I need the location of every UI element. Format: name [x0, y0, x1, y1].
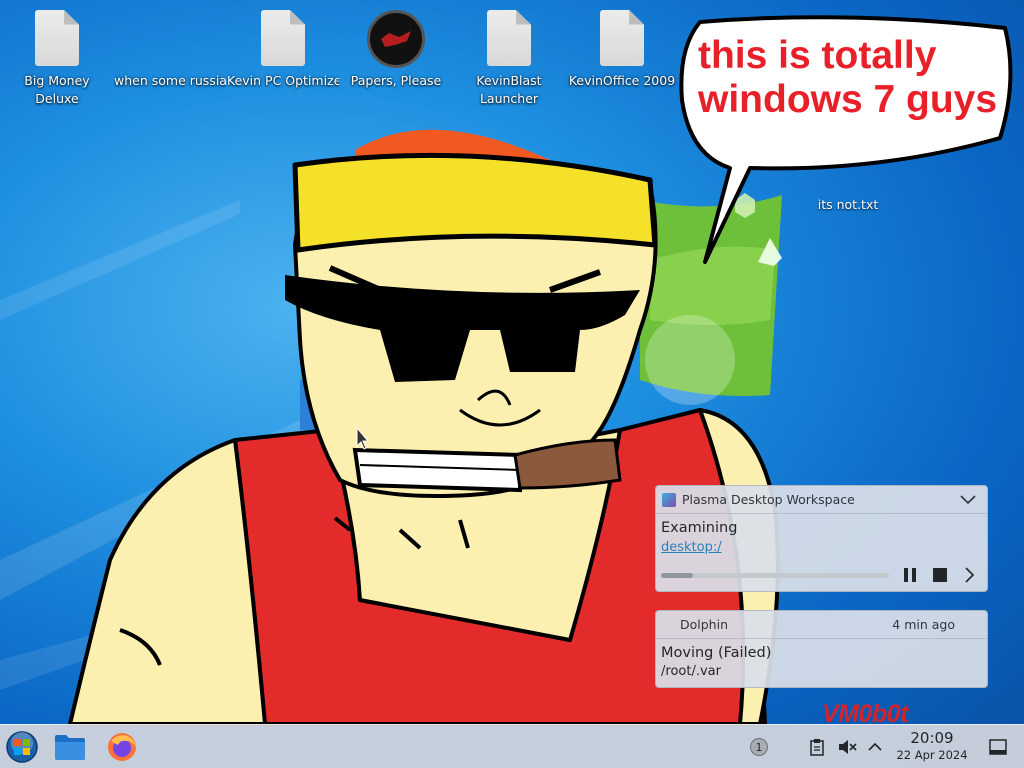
- clock-time: 20:09: [910, 729, 954, 747]
- notification-title: Examining: [661, 520, 738, 536]
- blank-icon: [114, 10, 226, 72]
- papers-please-icon: [367, 10, 425, 68]
- desktop-icon-label: KevinOffice 2009: [568, 73, 676, 88]
- stop-button[interactable]: [929, 564, 951, 586]
- plasma-app-icon: [662, 492, 676, 507]
- chevron-right-icon: [965, 567, 975, 583]
- file-manager-button[interactable]: [50, 725, 90, 768]
- speech-bubble-text: this is totally windows 7 guys: [698, 34, 998, 121]
- notification-count-badge[interactable]: 1: [746, 725, 772, 768]
- file-icon: [487, 10, 531, 66]
- notification-header: Plasma Desktop Workspace: [656, 486, 987, 514]
- notification-dolphin-job: Dolphin 4 min ago Moving (Failed) /root/…: [655, 610, 988, 688]
- desktop-icon-label: Big Money Deluxe: [24, 73, 90, 106]
- firefox-button[interactable]: [100, 725, 144, 768]
- yellow-headband: [292, 152, 658, 253]
- desktop-icon-label: Kevin PC Optimizer Ho...: [227, 73, 339, 88]
- notification-header: Dolphin 4 min ago: [656, 611, 987, 639]
- firefox-icon: [108, 733, 136, 761]
- desktop-icon-russian[interactable]: when some russian runs a...: [114, 10, 226, 90]
- pause-icon: [904, 568, 916, 582]
- clock[interactable]: 20:09 22 Apr 2024: [890, 729, 974, 763]
- clock-date: 22 Apr 2024: [896, 748, 968, 762]
- volume-muted-icon: [839, 740, 857, 754]
- desktop-icon-kevin-pc-optimizer[interactable]: Kevin PC Optimizer Ho...: [227, 10, 339, 90]
- notification-count: 1: [750, 738, 768, 756]
- folder-icon: [55, 735, 85, 760]
- start-menu-button[interactable]: [0, 725, 44, 768]
- chevron-up-icon: [868, 742, 882, 751]
- notification-app-name: Dolphin: [680, 617, 728, 632]
- notification-link[interactable]: desktop:/: [661, 540, 722, 555]
- notification-path: /root/.var: [661, 664, 721, 679]
- clipboard-icon: [810, 739, 824, 756]
- taskbar: 1 20:09 22 Apr 2024: [0, 724, 1024, 768]
- file-icon: [261, 10, 305, 66]
- job-progress-fill: [661, 572, 693, 578]
- volume-tray-button[interactable]: [836, 725, 858, 768]
- desktop-icon-label: Papers, Please: [350, 73, 442, 88]
- desktop-icon-papers-please[interactable]: Papers, Please: [340, 10, 452, 90]
- file-icon: [600, 10, 644, 66]
- start-menu-orb-icon: [6, 731, 38, 763]
- stop-icon: [933, 568, 947, 582]
- desktop-icon-label: KevinBlast Launcher: [476, 73, 542, 106]
- desktop-icon-label: when some russian runs a...: [114, 73, 226, 88]
- desktop-icon-kevinblast-launcher[interactable]: KevinBlast Launcher: [453, 10, 565, 108]
- show-desktop-icon: [989, 739, 1007, 755]
- collapse-chevron-icon[interactable]: [959, 491, 977, 509]
- notification-timestamp: 4 min ago: [892, 617, 955, 632]
- notification-app-name: Plasma Desktop Workspace: [682, 492, 855, 507]
- details-button[interactable]: [959, 564, 981, 586]
- file-icon: [35, 10, 79, 66]
- desktop-icon-big-money-deluxe[interactable]: Big Money Deluxe: [1, 10, 113, 108]
- desktop-icon-its-not-txt[interactable]: its not.txt: [808, 197, 888, 212]
- tray-expand-button[interactable]: [864, 725, 886, 768]
- pause-button[interactable]: [899, 564, 921, 586]
- left-arm: [68, 438, 267, 726]
- desktop-icon-kevinoffice-2009[interactable]: KevinOffice 2009: [566, 10, 678, 90]
- job-progress-bar: [661, 572, 889, 578]
- notification-title: Moving (Failed): [661, 645, 772, 661]
- clipboard-tray-button[interactable]: [806, 725, 828, 768]
- show-desktop-button[interactable]: [986, 725, 1010, 768]
- notification-plasma-job: Plasma Desktop Workspace Examining deskt…: [655, 485, 988, 592]
